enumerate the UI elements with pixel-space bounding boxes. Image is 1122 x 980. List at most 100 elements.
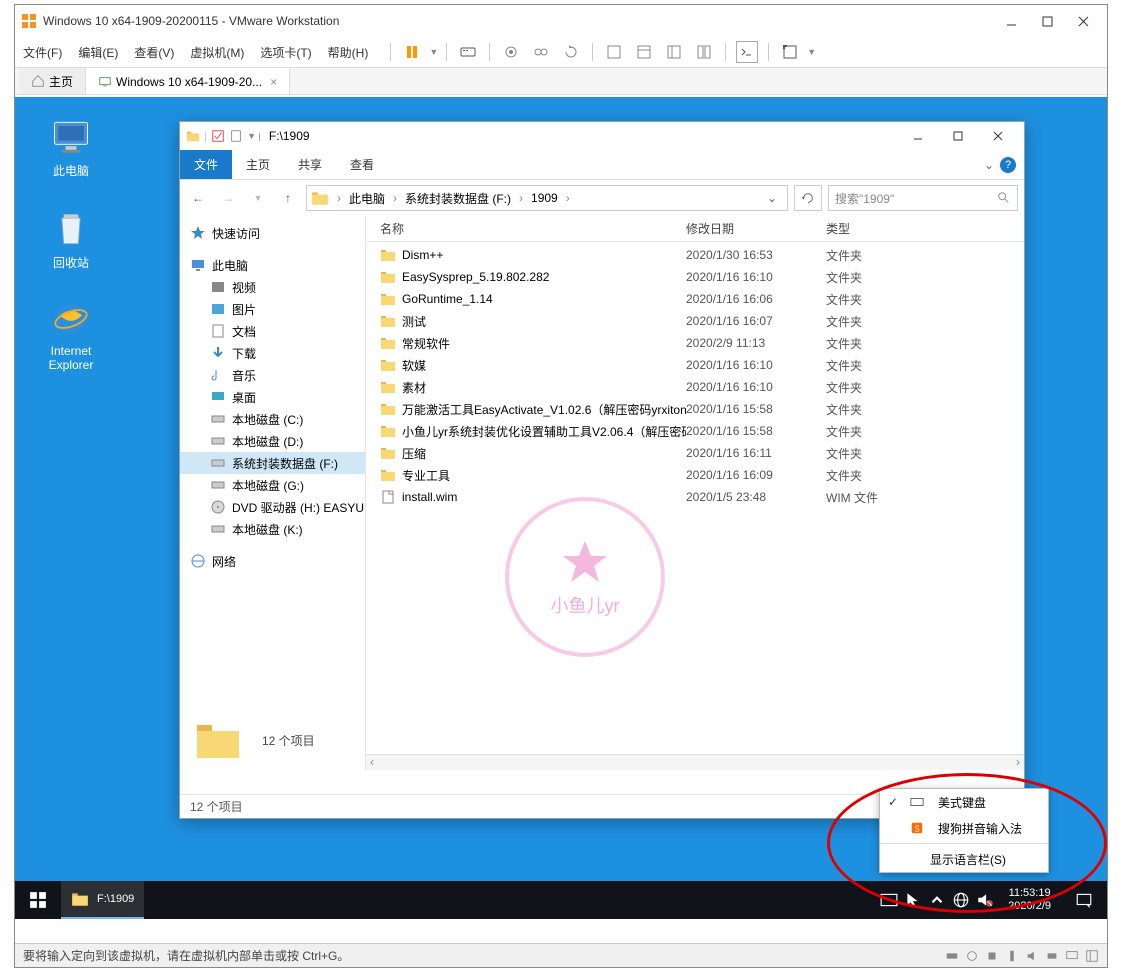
dropdown-icon[interactable]: ▼ bbox=[807, 47, 816, 57]
file-row[interactable]: 测试2020/1/16 16:07文件夹 bbox=[366, 310, 1024, 332]
sidebar-video[interactable]: 视频 bbox=[180, 276, 365, 298]
minimize-button[interactable] bbox=[993, 7, 1029, 35]
breadcrumb[interactable]: › 此电脑 › 系统封装数据盘 (F:) › 1909 › ⌄ bbox=[306, 185, 788, 211]
ribbon-expand-icon[interactable]: ⌄ bbox=[984, 158, 994, 172]
sidebar-downloads[interactable]: 下载 bbox=[180, 342, 365, 364]
layout2-icon[interactable] bbox=[633, 41, 655, 63]
breadcrumb-drive[interactable]: 系统封装数据盘 (F:) bbox=[401, 190, 515, 207]
device-net-icon[interactable] bbox=[985, 949, 999, 963]
sidebar-thispc[interactable]: 此电脑 bbox=[180, 254, 365, 276]
close-button[interactable] bbox=[1065, 7, 1101, 35]
layout4-icon[interactable] bbox=[693, 41, 715, 63]
ribbon-home[interactable]: 主页 bbox=[232, 150, 284, 179]
notification-button[interactable] bbox=[1065, 881, 1103, 919]
ime-item-sogou[interactable]: S搜狗拼音输入法 bbox=[880, 815, 1048, 841]
cursor-icon[interactable] bbox=[904, 891, 922, 909]
layout3-icon[interactable] bbox=[663, 41, 685, 63]
explorer-close-button[interactable] bbox=[978, 122, 1018, 150]
file-row[interactable]: 专业工具2020/1/16 16:09文件夹 bbox=[366, 464, 1024, 486]
breadcrumb-folder[interactable]: 1909 bbox=[527, 191, 562, 205]
search-input[interactable]: 搜索"1909" bbox=[828, 185, 1018, 211]
file-row[interactable]: Dism++2020/1/30 16:53文件夹 bbox=[366, 244, 1024, 266]
file-row[interactable]: 万能激活工具EasyActivate_V1.02.6（解压密码yrxitong.… bbox=[366, 398, 1024, 420]
send-ctrlaltdel-icon[interactable] bbox=[457, 41, 479, 63]
device-cd-icon[interactable] bbox=[965, 949, 979, 963]
explorer-titlebar[interactable]: | ▼ | F:\1909 bbox=[180, 122, 1024, 150]
desktop-icon-thispc[interactable]: 此电脑 bbox=[33, 115, 109, 179]
file-row[interactable]: install.wim2020/1/5 23:48WIM 文件 bbox=[366, 486, 1024, 508]
clock[interactable]: 11:53:19 2020/2/9 bbox=[1000, 887, 1059, 913]
file-list-header[interactable]: 名称 修改日期 类型 bbox=[366, 216, 1024, 242]
ime-item-us[interactable]: ✓美式键盘 bbox=[880, 789, 1048, 815]
sidebar-desktop[interactable]: 桌面 bbox=[180, 386, 365, 408]
sidebar-drive-c[interactable]: 本地磁盘 (C:) bbox=[180, 408, 365, 430]
taskbar-item-explorer[interactable]: F:\1909 bbox=[61, 881, 144, 919]
snapshot-manager-icon[interactable] bbox=[530, 41, 552, 63]
file-row[interactable]: 常规软件2020/2/9 11:13文件夹 bbox=[366, 332, 1024, 354]
file-row[interactable]: 素材2020/1/16 16:10文件夹 bbox=[366, 376, 1024, 398]
qat-dropdown-icon[interactable]: ▼ | bbox=[247, 131, 261, 141]
menu-help[interactable]: 帮助(H) bbox=[328, 44, 369, 61]
sidebar-quick-access[interactable]: 快速访问 bbox=[180, 222, 365, 244]
menu-view[interactable]: 查看(V) bbox=[134, 44, 174, 61]
file-row[interactable]: 小鱼儿yr系统封装优化设置辅助工具V2.06.4（解压密码y...2020/1/… bbox=[366, 420, 1024, 442]
explorer-maximize-button[interactable] bbox=[938, 122, 978, 150]
menu-tabs[interactable]: 选项卡(T) bbox=[260, 44, 311, 61]
nav-up-button[interactable]: ↑ bbox=[276, 186, 300, 210]
device-printer-icon[interactable] bbox=[1045, 949, 1059, 963]
ime-indicator-icon[interactable] bbox=[880, 891, 898, 909]
nav-history-button[interactable]: ▼ bbox=[246, 186, 270, 210]
nav-forward-button[interactable]: → bbox=[216, 186, 240, 210]
file-row[interactable]: EasySysprep_5.19.802.2822020/1/16 16:10文… bbox=[366, 266, 1024, 288]
fullscreen-icon[interactable] bbox=[779, 41, 801, 63]
ribbon-share[interactable]: 共享 bbox=[284, 150, 336, 179]
start-button[interactable] bbox=[15, 881, 61, 919]
snapshot-icon[interactable] bbox=[500, 41, 522, 63]
sidebar-pictures[interactable]: 图片 bbox=[180, 298, 365, 320]
menu-file[interactable]: 文件(F) bbox=[23, 44, 62, 61]
desktop-icon-recycle[interactable]: 回收站 bbox=[33, 207, 109, 271]
revert-icon[interactable] bbox=[560, 41, 582, 63]
dropdown-icon[interactable]: ▼ bbox=[429, 47, 438, 57]
pause-icon[interactable] bbox=[401, 41, 423, 63]
help-icon[interactable]: ? bbox=[1000, 157, 1016, 173]
refresh-button[interactable] bbox=[794, 185, 822, 211]
tab-vm-active[interactable]: Windows 10 x64-1909-20... × bbox=[86, 68, 290, 94]
sidebar-drive-f[interactable]: 系统封装数据盘 (F:) bbox=[180, 452, 365, 474]
file-row[interactable]: 压缩2020/1/16 16:11文件夹 bbox=[366, 442, 1024, 464]
sidebar-drive-k[interactable]: 本地磁盘 (K:) bbox=[180, 518, 365, 540]
console-icon[interactable] bbox=[736, 41, 758, 63]
breadcrumb-thispc[interactable]: 此电脑 bbox=[345, 190, 389, 207]
device-usb-icon[interactable] bbox=[1005, 949, 1019, 963]
volume-icon[interactable] bbox=[976, 891, 994, 909]
properties-icon[interactable] bbox=[229, 129, 243, 143]
device-more-icon[interactable] bbox=[1085, 949, 1099, 963]
sidebar-drive-d[interactable]: 本地磁盘 (D:) bbox=[180, 430, 365, 452]
breadcrumb-dropdown-icon[interactable]: ⌄ bbox=[761, 191, 783, 205]
col-header-date[interactable]: 修改日期 bbox=[686, 220, 826, 237]
checkbox-icon[interactable] bbox=[211, 129, 225, 143]
ribbon-view[interactable]: 查看 bbox=[336, 150, 388, 179]
file-row[interactable]: 软媒2020/1/16 16:10文件夹 bbox=[366, 354, 1024, 376]
scrollbar-horizontal[interactable]: ‹› bbox=[366, 754, 1024, 770]
device-display-icon[interactable] bbox=[1065, 949, 1079, 963]
ime-item-showbar[interactable]: 显示语言栏(S) bbox=[880, 846, 1048, 872]
explorer-minimize-button[interactable] bbox=[898, 122, 938, 150]
desktop-icon-ie[interactable]: Internet Explorer bbox=[33, 297, 109, 372]
col-header-name[interactable]: 名称 bbox=[366, 220, 686, 237]
close-tab-icon[interactable]: × bbox=[270, 75, 277, 89]
sidebar-dvd[interactable]: DVD 驱动器 (H:) EASYU bbox=[180, 496, 365, 518]
layout1-icon[interactable] bbox=[603, 41, 625, 63]
col-header-type[interactable]: 类型 bbox=[826, 220, 926, 237]
tray-expand-icon[interactable] bbox=[928, 891, 946, 909]
network-icon[interactable] bbox=[952, 891, 970, 909]
sidebar-music[interactable]: 音乐 bbox=[180, 364, 365, 386]
sidebar-docs[interactable]: 文档 bbox=[180, 320, 365, 342]
guest-desktop[interactable]: 此电脑 回收站 Internet Explorer | ▼ | F:\1909 bbox=[15, 97, 1107, 919]
ribbon-file[interactable]: 文件 bbox=[180, 150, 232, 179]
menu-vm[interactable]: 虚拟机(M) bbox=[190, 44, 244, 61]
sidebar-network[interactable]: 网络 bbox=[180, 550, 365, 572]
file-row[interactable]: GoRuntime_1.142020/1/16 16:06文件夹 bbox=[366, 288, 1024, 310]
menu-edit[interactable]: 编辑(E) bbox=[78, 44, 118, 61]
sidebar-drive-g[interactable]: 本地磁盘 (G:) bbox=[180, 474, 365, 496]
